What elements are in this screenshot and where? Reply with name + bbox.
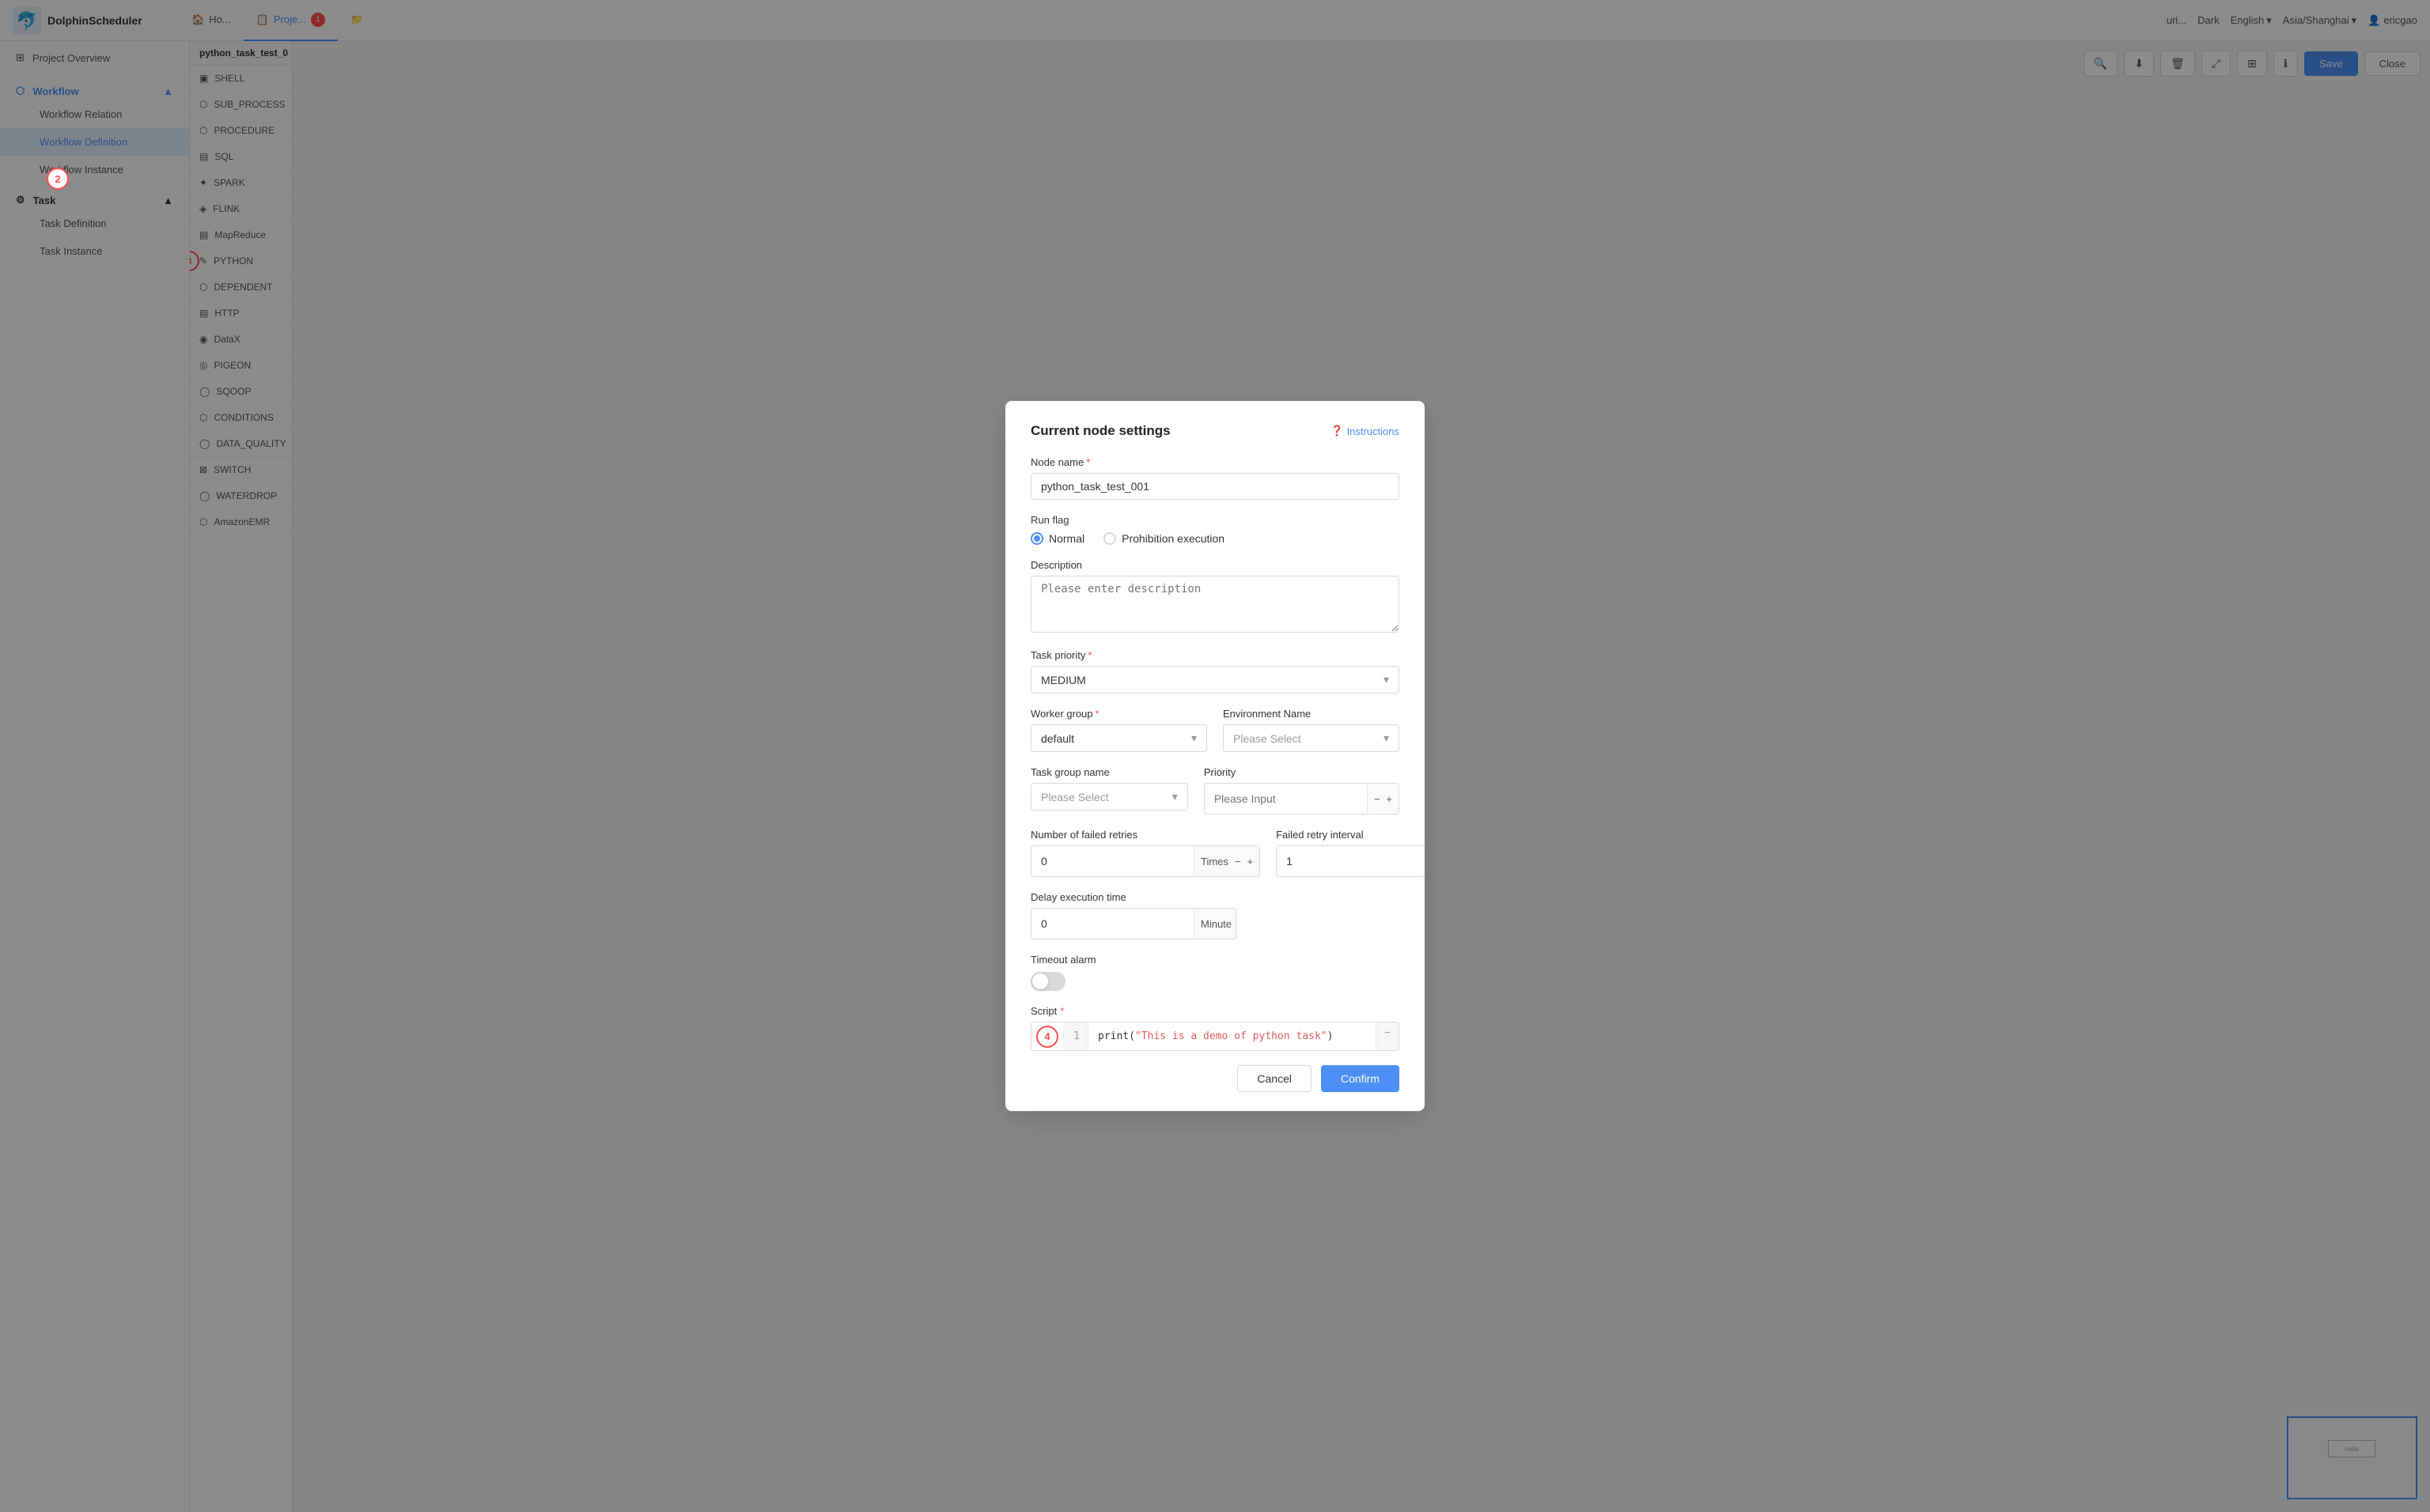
retry-interval-label: Failed retry interval xyxy=(1276,829,1425,841)
taskgroup-chevron-icon: ▾ xyxy=(1172,790,1178,803)
overlay[interactable]: 2 Current node settings ❓ Instructions N… xyxy=(0,0,2430,1512)
delay-group: Delay execution time Minute − + xyxy=(1031,891,1399,939)
retries-plus[interactable]: + xyxy=(1247,856,1254,868)
script-required: * xyxy=(1060,1005,1064,1017)
environment-name-select[interactable]: Please Select ▾ xyxy=(1223,724,1399,752)
priority-input[interactable] xyxy=(1205,786,1367,811)
task-group-name-label: Task group name xyxy=(1031,766,1188,778)
description-input[interactable] xyxy=(1031,576,1399,633)
priority-input-wrap: − + xyxy=(1204,783,1399,815)
priority-required: * xyxy=(1088,649,1092,661)
worker-required: * xyxy=(1096,708,1100,720)
retries-col: Number of failed retries Times − + xyxy=(1031,829,1260,877)
script-gutter: 1 xyxy=(1063,1022,1088,1050)
toggle-thumb xyxy=(1032,973,1048,989)
minus-icon[interactable]: − xyxy=(1374,793,1380,805)
task-group-name-select[interactable]: Please Select ▾ xyxy=(1031,783,1188,811)
step-badge-2: 2 xyxy=(47,168,69,190)
worker-env-row: Worker group * default ▾ Environment Nam… xyxy=(1031,708,1399,752)
run-flag-label: Run flag xyxy=(1031,514,1399,526)
script-group: Script * 4 1 print("This is a demo of py… xyxy=(1031,1005,1399,1051)
plus-icon[interactable]: + xyxy=(1386,793,1392,805)
radio-normal-circle xyxy=(1031,532,1043,545)
run-flag-group: Run flag Normal Prohibition execution xyxy=(1031,514,1399,545)
node-name-label: Node name * xyxy=(1031,456,1399,468)
node-name-group: Node name * xyxy=(1031,456,1399,500)
question-icon: ❓ xyxy=(1330,425,1343,437)
environment-name-label: Environment Name xyxy=(1223,708,1399,720)
radio-normal[interactable]: Normal xyxy=(1031,532,1084,545)
modal-header: Current node settings ❓ Instructions xyxy=(1031,423,1399,439)
node-name-input[interactable] xyxy=(1031,473,1399,500)
modal-footer: Cancel Confirm xyxy=(1031,1065,1399,1092)
description-label: Description xyxy=(1031,559,1399,571)
env-chevron-icon: ▾ xyxy=(1383,731,1389,745)
retries-wrap: Times − + xyxy=(1031,845,1260,877)
retry-interval-wrap: Minute − + xyxy=(1276,845,1425,877)
worker-group-select[interactable]: default ▾ xyxy=(1031,724,1207,752)
modal: Current node settings ❓ Instructions Nod… xyxy=(1005,401,1425,1111)
timeout-toggle[interactable] xyxy=(1031,972,1065,991)
radio-group: Normal Prohibition execution xyxy=(1031,532,1399,545)
cancel-button[interactable]: Cancel xyxy=(1237,1065,1312,1092)
delay-unit: Minute − + xyxy=(1194,909,1236,939)
delay-input[interactable] xyxy=(1031,911,1194,936)
description-group: Description xyxy=(1031,559,1399,635)
select-chevron-icon: ▾ xyxy=(1383,673,1389,686)
script-area: 4 1 print("This is a demo of python task… xyxy=(1031,1022,1399,1051)
script-expand-btn[interactable]: − xyxy=(1376,1022,1399,1050)
worker-chevron-icon: ▾ xyxy=(1191,731,1197,745)
delay-label: Delay execution time xyxy=(1031,891,1399,903)
worker-group-col: Worker group * default ▾ xyxy=(1031,708,1207,752)
confirm-button[interactable]: Confirm xyxy=(1321,1065,1399,1092)
environment-name-col: Environment Name Please Select ▾ xyxy=(1223,708,1399,752)
timeout-group: Timeout alarm xyxy=(1031,954,1399,991)
task-priority-label: Task priority * xyxy=(1031,649,1399,661)
retries-label: Number of failed retries xyxy=(1031,829,1260,841)
task-priority-group: Task priority * MEDIUM ▾ xyxy=(1031,649,1399,694)
delay-wrap: Minute − + xyxy=(1031,908,1236,939)
radio-prohibition-circle xyxy=(1103,532,1116,545)
modal-title: Current node settings xyxy=(1031,423,1171,439)
radio-prohibition[interactable]: Prohibition execution xyxy=(1103,532,1224,545)
step-badge-4: 4 xyxy=(1031,1022,1063,1050)
priority-col: Priority − + xyxy=(1204,766,1399,815)
priority-stepper: − + xyxy=(1367,784,1399,814)
retries-row: Number of failed retries Times − + Faile… xyxy=(1031,829,1399,877)
required-star: * xyxy=(1086,456,1090,468)
instructions-link[interactable]: ❓ Instructions xyxy=(1330,425,1399,437)
task-priority-select[interactable]: MEDIUM ▾ xyxy=(1031,666,1399,694)
retries-input[interactable] xyxy=(1031,849,1194,874)
script-label: Script * xyxy=(1031,1005,1399,1017)
retry-interval-col: Failed retry interval Minute − + xyxy=(1276,829,1425,877)
retries-unit: Times − + xyxy=(1194,846,1259,876)
retries-minus[interactable]: − xyxy=(1235,856,1241,868)
retry-interval-input[interactable] xyxy=(1277,849,1425,874)
worker-group-label: Worker group * xyxy=(1031,708,1207,720)
priority-label: Priority xyxy=(1204,766,1399,778)
script-code-area[interactable]: print("This is a demo of python task") xyxy=(1088,1022,1376,1050)
task-group-name-col: Task group name Please Select ▾ xyxy=(1031,766,1188,815)
taskgroup-priority-row: Task group name Please Select ▾ Priority… xyxy=(1031,766,1399,815)
timeout-label: Timeout alarm xyxy=(1031,954,1399,966)
